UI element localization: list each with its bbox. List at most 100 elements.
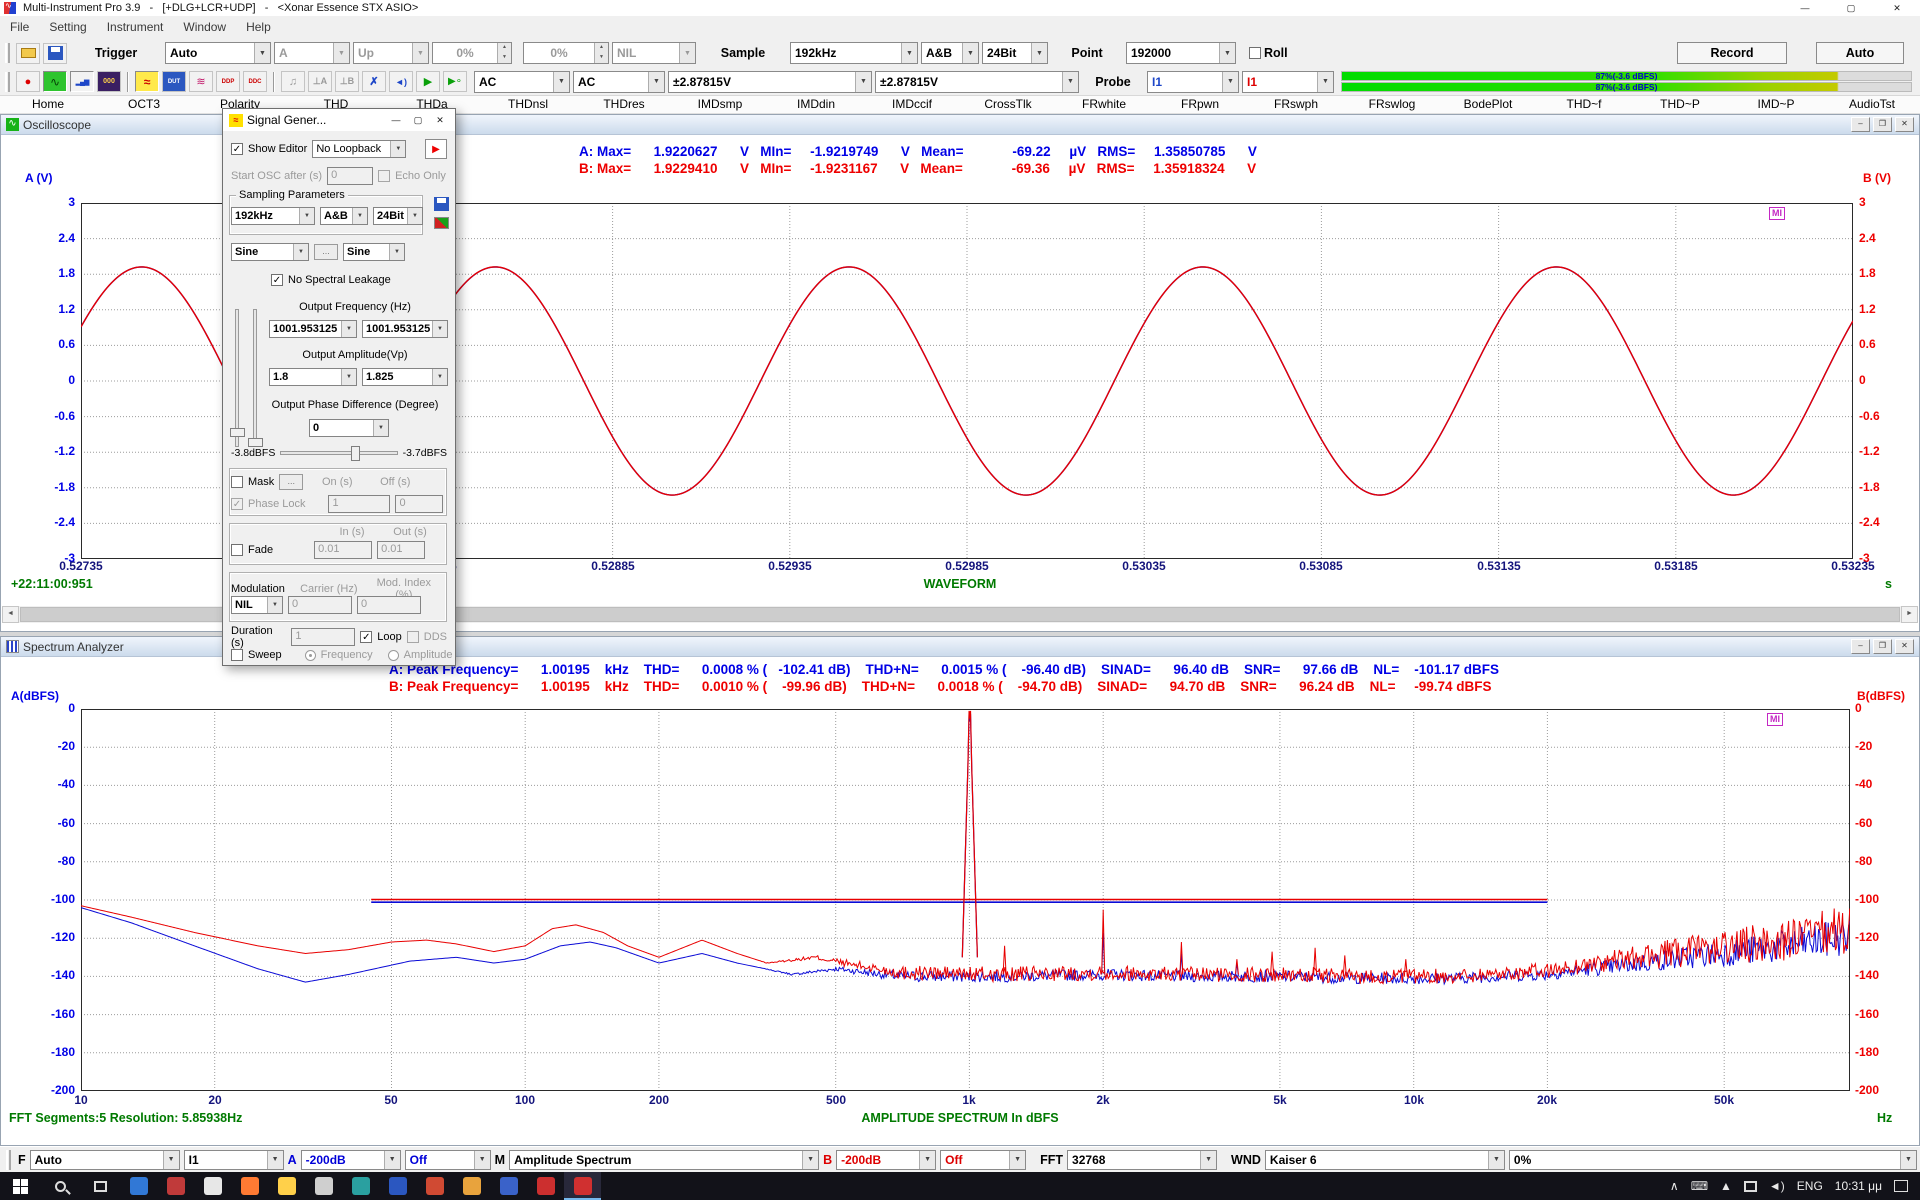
- tray-expand-icon[interactable]: ∧: [1670, 1179, 1679, 1193]
- save-button[interactable]: [43, 43, 67, 64]
- tab-thd~f[interactable]: THD~f: [1536, 96, 1632, 113]
- tab-frwhite[interactable]: FRwhite: [1056, 96, 1152, 113]
- amplitude-slider-b[interactable]: [253, 309, 257, 447]
- dropdown-arrow-icon[interactable]: ▼: [373, 420, 388, 436]
- menu-window[interactable]: Window: [173, 16, 236, 38]
- fft-size-dropdown[interactable]: 32768▼: [1067, 1150, 1217, 1170]
- dropdown-arrow-icon[interactable]: ▼: [432, 321, 447, 337]
- ddp-viewer-button[interactable]: DDP: [216, 71, 240, 92]
- range-a-dropdown[interactable]: ±2.87815V▼: [668, 71, 872, 93]
- play-button[interactable]: ▶: [416, 71, 440, 92]
- frequency-b-dropdown[interactable]: 1001.953125▼: [362, 320, 448, 338]
- dropdown-arrow-icon[interactable]: ▼: [553, 72, 569, 92]
- play-loop-button[interactable]: ▶∘: [443, 71, 467, 92]
- toolbar-grip[interactable]: [5, 72, 10, 92]
- dropdown-arrow-icon[interactable]: ▼: [1219, 43, 1235, 63]
- run-stop-button[interactable]: ●: [16, 71, 40, 92]
- dropdown-arrow-icon[interactable]: ▼: [1488, 1151, 1504, 1169]
- coupling-b-dropdown[interactable]: AC▼: [573, 71, 665, 93]
- dropdown-arrow-icon[interactable]: ▼: [648, 72, 664, 92]
- tab-frpwn[interactable]: FRpwn: [1152, 96, 1248, 113]
- toolbar-grip[interactable]: [5, 43, 10, 63]
- sample-channels-dropdown[interactable]: A&B▼: [921, 42, 979, 64]
- overlap-dropdown[interactable]: 0%▼: [1509, 1150, 1917, 1170]
- mask-checkbox[interactable]: [231, 476, 243, 488]
- waveform-editor-button[interactable]: ...: [314, 244, 338, 260]
- tab-frswph[interactable]: FRswph: [1248, 96, 1344, 113]
- trigger-slope-dropdown[interactable]: Up▼: [353, 42, 429, 64]
- dropdown-arrow-icon[interactable]: ▼: [474, 1151, 490, 1169]
- record-button[interactable]: Record: [1677, 42, 1787, 64]
- taskbar-app-app-crimson[interactable]: [416, 1172, 453, 1200]
- dropdown-arrow-icon[interactable]: ▼: [293, 244, 308, 260]
- dropdown-arrow-icon[interactable]: ▼: [1317, 72, 1333, 92]
- spin-up-icon[interactable]: ▲: [595, 43, 608, 53]
- dropdown-arrow-icon[interactable]: ▼: [1222, 72, 1238, 92]
- a-range-dropdown[interactable]: -200dB▼: [301, 1150, 401, 1170]
- sound-device-button[interactable]: ◄): [389, 71, 413, 92]
- window-maximize-button[interactable]: ▢: [1828, 0, 1874, 16]
- dropdown-arrow-icon[interactable]: ▼: [412, 43, 428, 63]
- window-function-dropdown[interactable]: Kaiser 6▼: [1265, 1150, 1505, 1170]
- dropdown-arrow-icon[interactable]: ▼: [432, 369, 447, 385]
- panel-maximize-button[interactable]: ❐: [1873, 117, 1892, 132]
- multimeter-button[interactable]: 000: [97, 71, 121, 92]
- frequency-a-dropdown[interactable]: 1001.953125▼: [269, 320, 357, 338]
- window-close-button[interactable]: ✕: [1874, 0, 1920, 16]
- dropdown-arrow-icon[interactable]: ▼: [352, 208, 367, 224]
- menu-help[interactable]: Help: [236, 16, 281, 38]
- taskbar-app-app-gray[interactable]: [305, 1172, 342, 1200]
- taskbar-app-app-blue[interactable]: [120, 1172, 157, 1200]
- tab-imd~p[interactable]: IMD~P: [1728, 96, 1824, 113]
- dropdown-arrow-icon[interactable]: ▼: [389, 244, 404, 260]
- dropdown-arrow-icon[interactable]: ▼: [407, 208, 422, 224]
- dropdown-arrow-icon[interactable]: ▼: [1009, 1151, 1025, 1169]
- search-button[interactable]: [40, 1172, 80, 1200]
- signal-generator-dialog-titlebar[interactable]: ≈ Signal Gener... — ▢ ✕: [223, 109, 455, 131]
- dropdown-arrow-icon[interactable]: ▼: [254, 43, 270, 63]
- tab-crosstlk[interactable]: CrossTlk: [960, 96, 1056, 113]
- no-spectral-leakage-checkbox[interactable]: ✓: [271, 274, 283, 286]
- probe-b-dropdown[interactable]: I1▼: [1242, 71, 1334, 93]
- dropdown-arrow-icon[interactable]: ▼: [267, 1151, 283, 1169]
- generator-bits-dropdown[interactable]: 24Bit▼: [373, 207, 423, 225]
- dut-button[interactable]: DUT: [162, 71, 186, 92]
- spin-down-icon[interactable]: ▼: [498, 53, 511, 63]
- amplitude-slider-a[interactable]: [235, 309, 239, 447]
- menu-file[interactable]: File: [0, 16, 39, 38]
- amplitude-a-dropdown[interactable]: 1.8▼: [269, 368, 357, 386]
- range-b-dropdown[interactable]: ±2.87815V▼: [875, 71, 1079, 93]
- scroll-left-button[interactable]: ◄: [2, 606, 19, 623]
- tab-thdnsl[interactable]: THDnsl: [480, 96, 576, 113]
- probe-a-dropdown[interactable]: I1▼: [1147, 71, 1239, 93]
- dropdown-arrow-icon[interactable]: ▼: [1062, 72, 1078, 92]
- taskbar-app-file-explorer[interactable]: [268, 1172, 305, 1200]
- tab-home[interactable]: Home: [0, 96, 96, 113]
- taskbar-app-app-scarlet[interactable]: [527, 1172, 564, 1200]
- menu-instrument[interactable]: Instrument: [97, 16, 174, 38]
- roll-checkbox[interactable]: [1249, 47, 1261, 59]
- dialog-maximize-button[interactable]: ▢: [409, 115, 427, 126]
- tab-bodeplot[interactable]: BodePlot: [1440, 96, 1536, 113]
- taskbar-app-app-white[interactable]: [194, 1172, 231, 1200]
- panel-close-button[interactable]: ✕: [1895, 117, 1914, 132]
- open-button[interactable]: [16, 43, 40, 64]
- dropdown-arrow-icon[interactable]: ▼: [333, 43, 349, 63]
- sweep-checkbox[interactable]: [231, 649, 243, 661]
- dropdown-arrow-icon[interactable]: ▼: [341, 369, 356, 385]
- touch-keyboard-icon[interactable]: ⌨: [1691, 1179, 1708, 1193]
- taskbar-app-app-amber[interactable]: [453, 1172, 490, 1200]
- sample-rate-dropdown[interactable]: 192kHz▼: [790, 42, 918, 64]
- dropdown-arrow-icon[interactable]: ▼: [267, 597, 282, 613]
- coupling-a-dropdown[interactable]: AC▼: [474, 71, 570, 93]
- trigger-mode-dropdown[interactable]: Auto▼: [165, 42, 271, 64]
- dropdown-arrow-icon[interactable]: ▼: [384, 1151, 400, 1169]
- phase-difference-dropdown[interactable]: 0▼: [309, 419, 389, 437]
- tab-imddin[interactable]: IMDdin: [768, 96, 864, 113]
- mask-editor-button[interactable]: ...: [279, 474, 303, 490]
- action-center-icon[interactable]: [1894, 1180, 1908, 1192]
- spin-up-icon[interactable]: ▲: [498, 43, 511, 53]
- a-mode-dropdown[interactable]: Off▼: [405, 1150, 491, 1170]
- generator-start-button[interactable]: ▶: [425, 139, 447, 159]
- spin-down-icon[interactable]: ▼: [595, 53, 608, 63]
